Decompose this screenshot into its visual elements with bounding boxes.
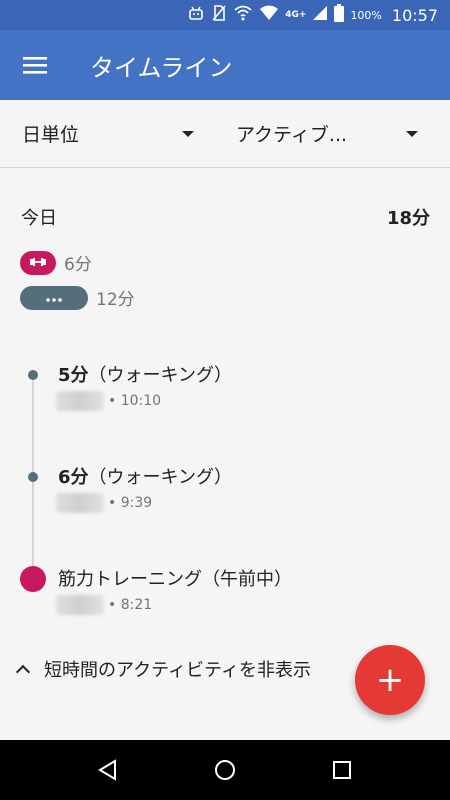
battery-percent: 100% (350, 8, 382, 22)
entry-minutes: 5分 (58, 365, 89, 386)
wifi-calling-icon (233, 4, 253, 26)
dropdown-caret-icon (182, 130, 194, 137)
page-title: タイムライン (90, 53, 233, 82)
blurred-location (56, 595, 104, 615)
other-duration: 12分 (96, 290, 135, 310)
strength-dot-icon (20, 566, 46, 592)
more-dots-icon (46, 291, 62, 305)
network-type: 4G+ (285, 10, 307, 20)
entry-meta: • 9:39 (56, 493, 152, 513)
walking-dot-icon (28, 472, 38, 482)
toggle-label: 短時間のアクティビティを非表示 (44, 660, 311, 681)
activity-type-dropdown-label: アクティブ... (236, 124, 348, 146)
summary-bar-other: 12分 (20, 285, 450, 310)
filter-bar: 日単位 アクティブ... (0, 100, 450, 168)
android-debug-icon (187, 4, 205, 26)
other-activity-bar (20, 285, 88, 310)
entry-activity: （ウォーキング） (88, 467, 232, 488)
no-sim-icon (211, 4, 227, 26)
activity-type-dropdown[interactable]: アクティブ... (212, 100, 450, 167)
app-bar: タイムライン (0, 30, 450, 100)
navigation-bar (0, 740, 450, 800)
clock: 10:57 (391, 5, 438, 25)
entry-meta: • 8:21 (56, 595, 152, 615)
status-bar: 4G+ 100% 10:57 (0, 0, 450, 30)
strength-bar (20, 250, 56, 275)
recents-icon[interactable] (322, 750, 362, 790)
entry-title: 6分（ウォーキング） (58, 463, 232, 489)
entry-activity: 筋力トレーニング（午前中） (58, 569, 292, 590)
blurred-location (56, 391, 104, 411)
dumbbell-icon (30, 256, 46, 270)
hamburger-menu-icon[interactable] (0, 30, 70, 100)
summary-bar-strength: 6分 (20, 250, 450, 275)
dropdown-caret-icon (406, 130, 418, 137)
entry-time: 9:39 (120, 495, 153, 511)
timeline: 5分（ウォーキング） • 10:10 6分（ウォーキング） • 9:39 筋力ト… (0, 355, 450, 625)
entry-meta: • 10:10 (56, 391, 161, 411)
walking-dot-icon (28, 370, 38, 380)
home-icon[interactable] (205, 750, 245, 790)
period-dropdown-label: 日単位 (22, 124, 80, 146)
chevron-up-icon (15, 664, 31, 679)
back-icon[interactable] (88, 750, 128, 790)
entry-time: 8:21 (120, 597, 153, 613)
strength-duration: 6分 (64, 255, 92, 275)
hide-short-activities-toggle[interactable]: 短時間のアクティビティを非表示 (15, 656, 311, 682)
signal-icon (312, 5, 328, 25)
summary-total: 18分 (386, 208, 430, 229)
period-dropdown[interactable]: 日単位 (0, 100, 212, 167)
daily-summary: 今日 18分 6分 12分 (0, 168, 450, 310)
battery-icon (334, 4, 345, 26)
summary-title: 今日 (21, 208, 57, 229)
blurred-location (56, 493, 104, 513)
wifi-icon (259, 4, 279, 26)
entry-minutes: 6分 (58, 467, 89, 488)
entry-title: 筋力トレーニング（午前中） (58, 565, 292, 591)
add-activity-button[interactable]: + (355, 645, 425, 715)
entry-time: 10:10 (120, 393, 162, 409)
entry-title: 5分（ウォーキング） (58, 361, 232, 387)
entry-activity: （ウォーキング） (88, 365, 232, 386)
